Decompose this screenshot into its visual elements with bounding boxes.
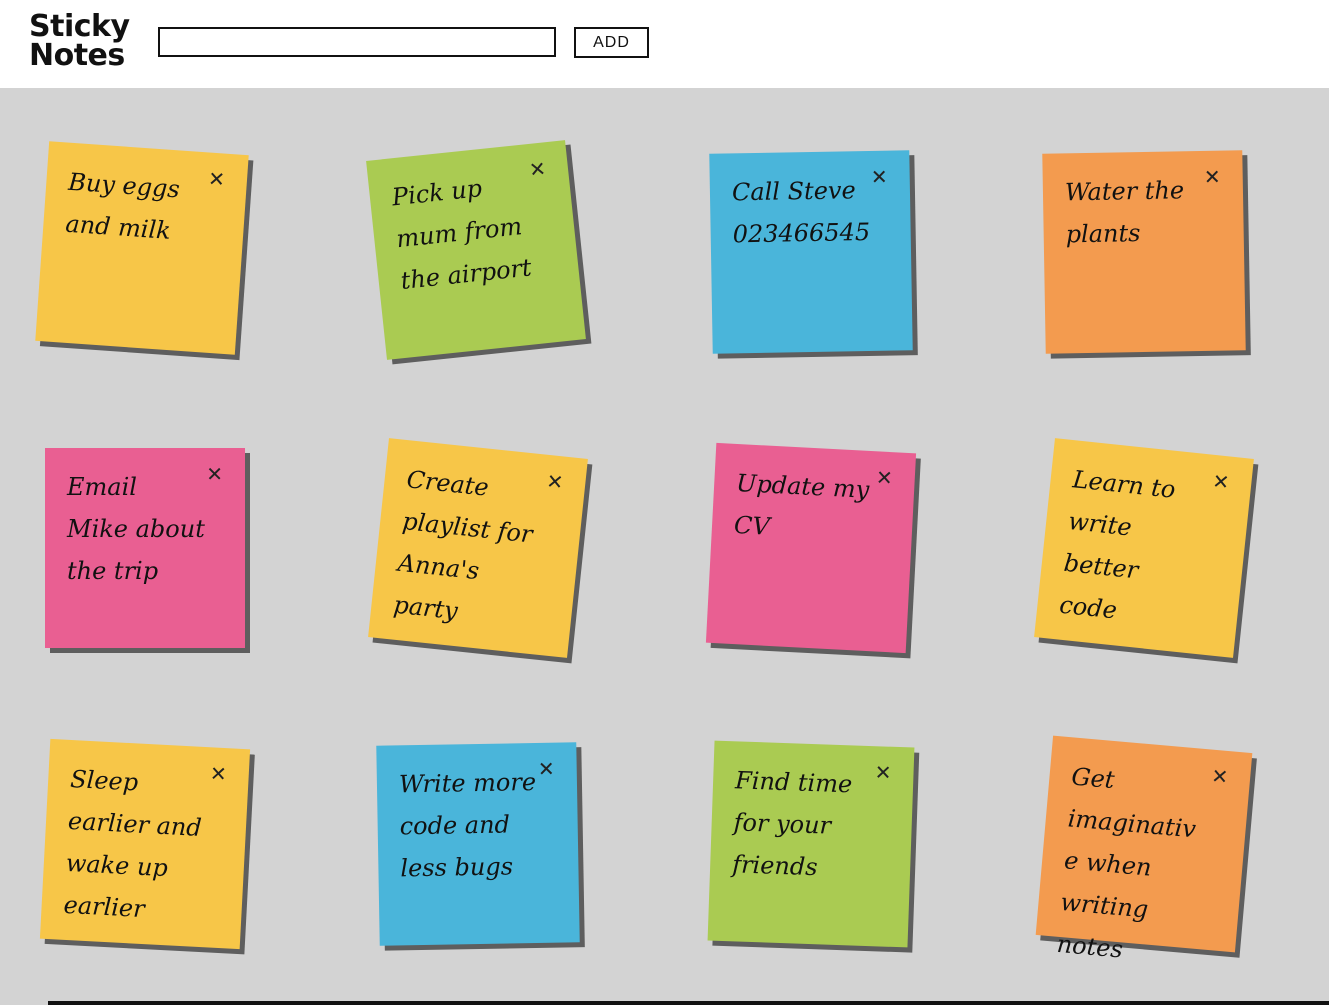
app-header: Sticky Notes ADD xyxy=(0,0,1329,88)
note-text: Sleep earlier and wake up earlier xyxy=(62,765,203,924)
note-text: Update my CV xyxy=(733,469,870,541)
sticky-note[interactable]: Get imaginative when writing notes ✕ xyxy=(1035,735,1253,964)
note-text: Get imaginative when writing notes xyxy=(1055,762,1198,964)
note-text: Email Mike about the trip xyxy=(67,473,205,585)
sticky-note[interactable]: Find time for your friends ✕ xyxy=(707,740,915,948)
brand-line-1: Sticky xyxy=(29,9,130,44)
close-icon[interactable]: ✕ xyxy=(1211,469,1230,495)
brand-line-2: Notes xyxy=(29,38,125,73)
close-icon[interactable]: ✕ xyxy=(1210,764,1229,789)
add-button[interactable]: ADD xyxy=(574,27,649,58)
close-icon[interactable]: ✕ xyxy=(874,760,892,785)
note-text: Create playlist for Anna's party xyxy=(392,465,534,626)
sticky-note[interactable]: Learn to write better code ✕ xyxy=(1034,438,1254,658)
sticky-note[interactable]: Update my CV ✕ xyxy=(705,442,917,654)
close-icon[interactable]: ✕ xyxy=(545,469,564,495)
close-icon[interactable]: ✕ xyxy=(871,165,888,189)
close-icon[interactable]: ✕ xyxy=(528,156,547,182)
note-text: Learn to write better code xyxy=(1058,465,1177,625)
sticky-note[interactable]: Buy eggs and milk ✕ xyxy=(35,141,249,355)
sticky-note[interactable]: Water the plants ✕ xyxy=(1042,150,1246,354)
notes-board: Buy eggs and milk ✕ Pick up mum from the… xyxy=(0,88,1329,1005)
sticky-note[interactable]: Write more code and less bugs ✕ xyxy=(376,742,580,946)
sticky-note[interactable]: Email Mike about the trip ✕ xyxy=(45,448,245,648)
note-input[interactable] xyxy=(158,27,556,57)
sticky-note[interactable]: Call Steve 023466545 ✕ xyxy=(709,150,913,354)
close-icon[interactable]: ✕ xyxy=(538,757,555,781)
sticky-note[interactable]: Sleep earlier and wake up earlier ✕ xyxy=(39,738,251,950)
note-text: Pick up mum from the airport xyxy=(390,174,533,295)
note-text: Call Steve 023466545 xyxy=(731,176,871,249)
sticky-note[interactable]: Pick up mum from the airport ✕ xyxy=(366,140,586,360)
bottom-divider xyxy=(48,1001,1329,1005)
close-icon[interactable]: ✕ xyxy=(1204,165,1221,189)
note-text: Buy eggs and milk xyxy=(64,167,181,245)
sticky-note[interactable]: Create playlist for Anna's party ✕ xyxy=(368,438,588,658)
note-text: Write more code and less bugs xyxy=(398,767,537,883)
note-text: Water the plants xyxy=(1064,176,1185,249)
close-icon[interactable]: ✕ xyxy=(206,464,223,484)
close-icon[interactable]: ✕ xyxy=(875,465,893,490)
app-logo: Sticky Notes xyxy=(29,9,130,73)
close-icon[interactable]: ✕ xyxy=(207,166,225,191)
note-text: Find time for your friends xyxy=(731,766,853,882)
close-icon[interactable]: ✕ xyxy=(209,761,227,786)
